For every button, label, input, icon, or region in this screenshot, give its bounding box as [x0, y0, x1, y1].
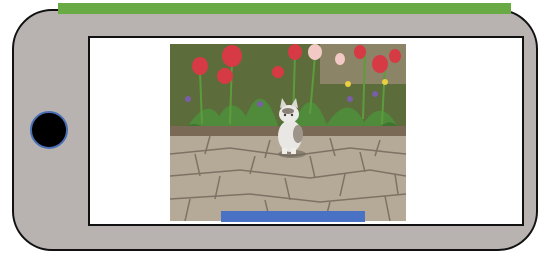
app-stage	[0, 0, 548, 258]
home-button[interactable]	[30, 111, 68, 149]
screen-overlay-bar[interactable]	[221, 211, 365, 222]
photo-icon	[170, 44, 406, 221]
cat-tulips-photo	[170, 44, 406, 221]
top-status-bar	[58, 3, 511, 14]
